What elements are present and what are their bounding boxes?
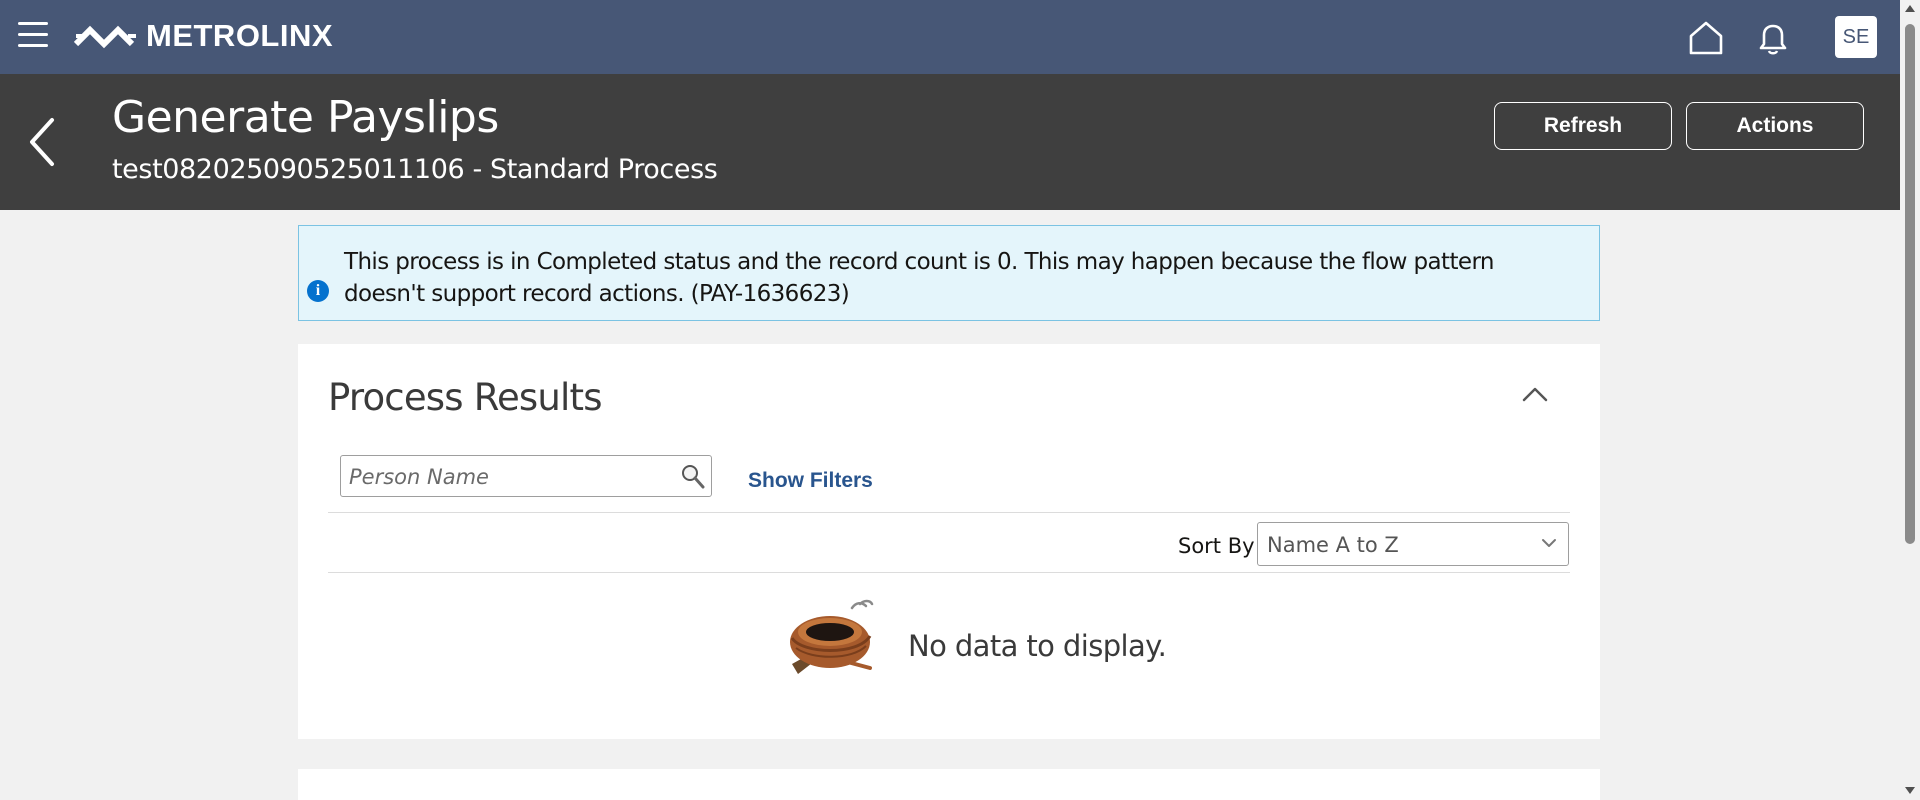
metrolinx-logo-icon [74, 25, 136, 49]
process-results-panel: Process Results Show Filters Sort By Nam… [298, 344, 1600, 739]
secondary-panel [298, 769, 1600, 800]
brand-name: METROLINX [146, 18, 334, 53]
divider [328, 572, 1570, 573]
scroll-down-arrow-icon[interactable] [1904, 786, 1916, 796]
scrollbar-thumb[interactable] [1905, 24, 1915, 544]
page-header: Generate Payslips test082025090525011106… [0, 74, 1900, 210]
info-banner: i This process is in Completed status an… [298, 225, 1600, 321]
empty-state-message: No data to display. [908, 629, 1167, 663]
empty-nest-icon [790, 599, 874, 674]
hamburger-menu-icon[interactable] [18, 22, 52, 52]
sort-by-select[interactable]: Name A to Z [1257, 522, 1569, 566]
sort-by-label: Sort By [1178, 534, 1255, 558]
actions-button[interactable]: Actions [1686, 102, 1864, 150]
divider [328, 512, 1570, 513]
section-title: Process Results [328, 376, 603, 419]
chevron-left-icon[interactable] [26, 114, 60, 170]
info-message: This process is in Completed status and … [344, 249, 1494, 307]
user-avatar[interactable]: SE [1835, 16, 1877, 58]
top-navigation-bar: METROLINX SE [0, 0, 1900, 74]
page-title: Generate Payslips [112, 92, 499, 143]
home-icon[interactable] [1688, 20, 1724, 56]
chevron-up-icon[interactable] [1520, 382, 1550, 406]
show-filters-link[interactable]: Show Filters [748, 469, 873, 493]
info-icon: i [307, 280, 329, 302]
scroll-up-arrow-icon[interactable] [1904, 3, 1916, 13]
vertical-scrollbar[interactable] [1900, 0, 1920, 800]
brand-logo[interactable]: METROLINX [74, 18, 333, 54]
person-name-search [340, 455, 712, 497]
page-subtitle: test082025090525011106 - Standard Proces… [112, 154, 718, 185]
sort-by-value: Name A to Z [1267, 533, 1399, 557]
chevron-down-icon [1542, 539, 1556, 547]
search-input[interactable] [349, 463, 669, 491]
search-icon[interactable] [681, 464, 705, 490]
refresh-button[interactable]: Refresh [1494, 102, 1672, 150]
bell-icon[interactable] [1756, 20, 1790, 56]
